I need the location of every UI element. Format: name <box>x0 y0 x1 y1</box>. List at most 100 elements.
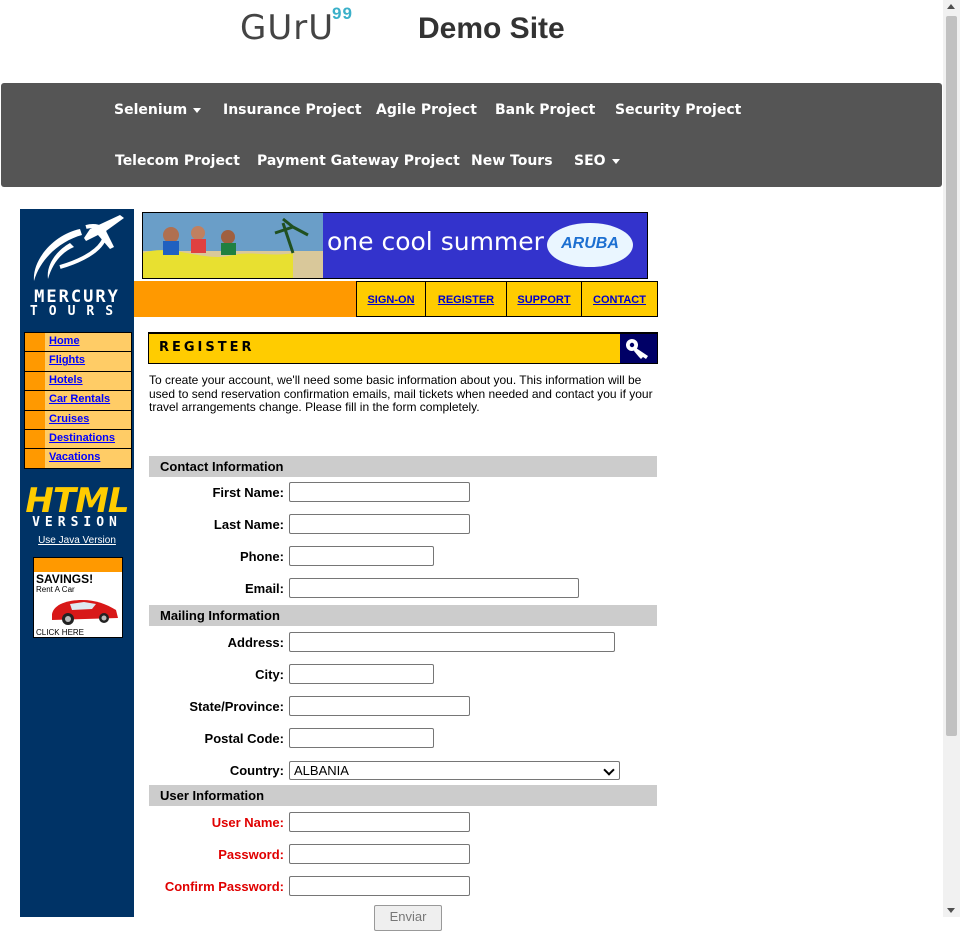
link-car-rentals[interactable]: Car Rentals <box>49 393 110 405</box>
side-item-hotels: Hotels <box>25 371 131 391</box>
aruba-banner[interactable]: one cool summer ARUBA <box>142 212 648 279</box>
nav-insurance-project[interactable]: Insurance Project <box>223 102 362 118</box>
scroll-down-arrow-icon[interactable] <box>947 908 955 913</box>
mercury-tours-logo: MERCURY TOURS <box>20 209 134 324</box>
scroll-thumb[interactable] <box>946 16 957 736</box>
rent-a-car-ad[interactable]: SAVINGS! Rent A Car CLICK HERE <box>33 557 123 638</box>
nav-agile-project[interactable]: Agile Project <box>376 102 477 118</box>
scroll-up-arrow-icon[interactable] <box>947 4 955 9</box>
first-name-input[interactable] <box>289 482 470 502</box>
password-label: Password: <box>218 847 284 862</box>
nav-label: Selenium <box>114 102 188 118</box>
link-destinations[interactable]: Destinations <box>49 432 115 444</box>
side-item-flights: Flights <box>25 352 131 371</box>
address-input[interactable] <box>289 632 615 652</box>
link-home[interactable]: Home <box>49 335 80 347</box>
link-hotels[interactable]: Hotels <box>49 374 83 386</box>
country-label: Country: <box>229 763 284 778</box>
menu-bullet <box>25 391 45 410</box>
phone-input[interactable] <box>289 546 434 566</box>
menu-bullet <box>25 352 45 371</box>
nav-security-project[interactable]: Security Project <box>615 102 741 118</box>
menu-bullet <box>25 449 45 468</box>
register-header: REGISTER <box>148 332 658 364</box>
first-name-label: First Name: <box>212 485 284 500</box>
menu-bullet <box>25 371 45 391</box>
banner-headline: one cool summer <box>327 227 544 256</box>
site-title: Demo Site <box>418 12 565 45</box>
postal-code-label: Postal Code: <box>204 731 284 746</box>
tours-word: TOURS <box>29 304 125 319</box>
sign-on-link[interactable]: SIGN-ON <box>367 294 414 306</box>
section-label: User Information <box>160 788 265 803</box>
city-input[interactable] <box>289 664 434 684</box>
side-item-car-rentals: Car Rentals <box>25 391 131 410</box>
beach-photo-image <box>143 213 323 278</box>
link-flights[interactable]: Flights <box>49 354 85 366</box>
register-link[interactable]: REGISTER <box>438 294 494 306</box>
register-title: REGISTER <box>159 340 255 355</box>
user-name-input[interactable] <box>289 812 470 832</box>
email-input[interactable] <box>289 578 579 598</box>
tab-contact: CONTACT <box>581 281 658 317</box>
tab-register: REGISTER <box>425 281 507 317</box>
side-menu: Home Flights Hotels Car Rentals Cruises … <box>24 332 132 469</box>
menu-bullet <box>25 333 45 352</box>
mailing-information-heading: Mailing Information <box>149 605 657 626</box>
nav-payment-gateway-project[interactable]: Payment Gateway Project <box>257 153 460 169</box>
logo-superscript: 99 <box>332 4 353 23</box>
tab-sign-on: SIGN-ON <box>356 281 426 317</box>
section-label: Contact Information <box>160 459 284 474</box>
address-label: Address: <box>227 635 284 650</box>
city-label: City: <box>255 667 284 682</box>
submit-button[interactable]: Enviar <box>374 905 442 931</box>
aruba-brand: ARUBA <box>561 235 619 252</box>
country-selected-value: ALBANIA <box>294 763 349 778</box>
side-item-home: Home <box>25 333 131 352</box>
confirm-password-label: Confirm Password: <box>164 879 284 894</box>
menu-bullet <box>25 410 45 429</box>
side-item-vacations: Vacations <box>25 449 131 468</box>
tab-support: SUPPORT <box>506 281 582 317</box>
menu-bullet <box>25 429 45 449</box>
user-information-heading: User Information <box>149 785 657 806</box>
nav-new-tours[interactable]: New Tours <box>471 153 553 169</box>
phone-label: Phone: <box>239 549 284 564</box>
link-cruises[interactable]: Cruises <box>49 413 89 425</box>
last-name-label: Last Name: <box>213 517 284 532</box>
caret-down-icon <box>193 107 202 113</box>
email-label: Email: <box>244 581 284 596</box>
country-select[interactable]: ALBANIA <box>289 761 620 780</box>
top-navbar: Selenium Insurance Project Agile Project… <box>1 83 942 187</box>
state-province-input[interactable] <box>289 696 470 716</box>
contact-link[interactable]: CONTACT <box>593 294 646 306</box>
page-scrollbar[interactable] <box>943 0 960 917</box>
last-name-input[interactable] <box>289 514 470 534</box>
nav-telecom-project[interactable]: Telecom Project <box>115 153 240 169</box>
site-header: GUrU 99 Demo Site <box>0 0 942 82</box>
chevron-down-icon <box>603 764 615 776</box>
logo-text: GUrU <box>240 8 335 48</box>
nav-seo-dropdown[interactable]: SEO <box>574 153 620 169</box>
password-input[interactable] <box>289 844 470 864</box>
use-java-version-link[interactable]: Use Java Version <box>20 535 134 546</box>
state-province-label: State/Province: <box>189 699 284 714</box>
nav-selenium-dropdown[interactable]: Selenium <box>114 102 202 118</box>
nav-bank-project[interactable]: Bank Project <box>495 102 595 118</box>
register-intro-text: To create your account, we'll need some … <box>149 373 653 414</box>
nav-label: SEO <box>574 153 606 169</box>
section-label: Mailing Information <box>160 608 280 623</box>
contact-information-heading: Contact Information <box>149 456 657 477</box>
confirm-password-input[interactable] <box>289 876 470 896</box>
guru99-logo[interactable]: GUrU 99 <box>240 4 352 48</box>
user-name-label: User Name: <box>211 815 284 830</box>
side-item-cruises: Cruises <box>25 410 131 429</box>
postal-code-input[interactable] <box>289 728 434 748</box>
caret-down-icon <box>611 158 620 164</box>
link-vacations[interactable]: Vacations <box>49 451 100 463</box>
side-item-destinations: Destinations <box>25 429 131 449</box>
support-link[interactable]: SUPPORT <box>517 294 570 306</box>
aruba-logo: ARUBA <box>547 223 633 267</box>
key-box <box>620 334 657 363</box>
red-car-icon <box>52 600 118 625</box>
